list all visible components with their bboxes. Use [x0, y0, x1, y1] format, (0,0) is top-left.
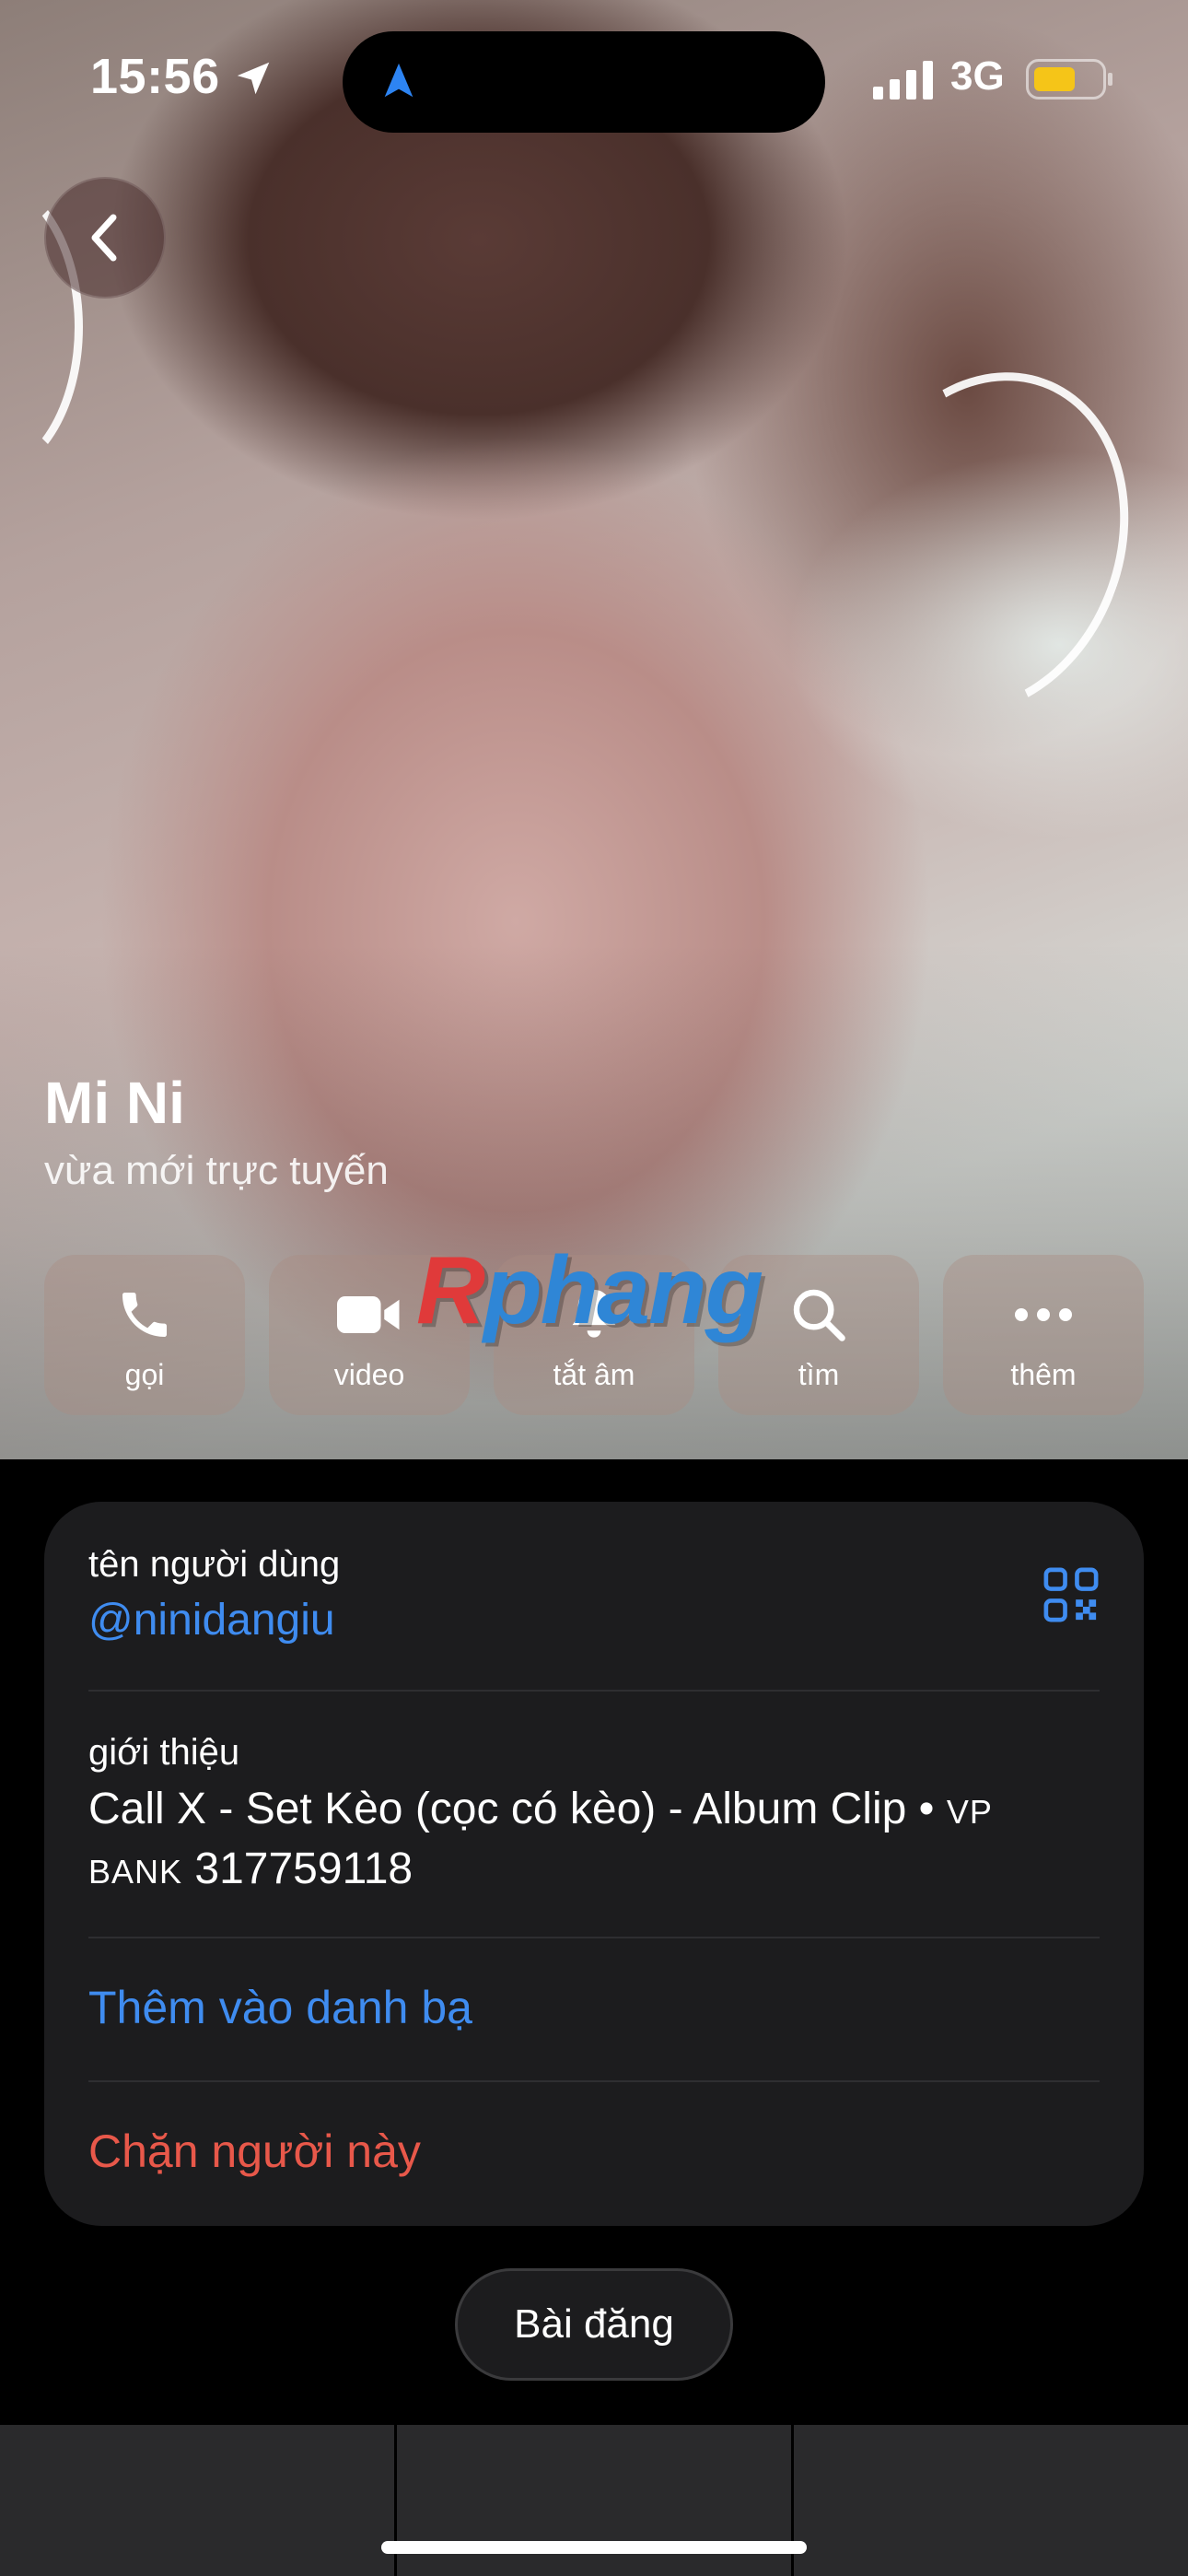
call-button[interactable]: gọi: [44, 1255, 245, 1415]
ear-filter-right: [796, 332, 1175, 755]
signal-icon: [873, 61, 933, 100]
last-seen-status: vừa mới trực tuyến: [44, 1148, 389, 1193]
chevron-left-icon: [91, 214, 117, 262]
home-indicator[interactable]: [381, 2541, 807, 2554]
divider: [88, 1937, 1100, 1938]
more-button[interactable]: thêm: [943, 1255, 1144, 1415]
call-label: gọi: [124, 1358, 165, 1391]
phone-icon: [122, 1293, 167, 1337]
bio-row: giới thiệu Call X - Set Kèo (cọc có kèo)…: [88, 1732, 1100, 1901]
battery-icon: [1026, 59, 1112, 100]
back-button[interactable]: [44, 177, 166, 299]
bio-text: Call X - Set Kèo (cọc có kèo) - Album Cl…: [88, 1785, 993, 1893]
add-contact-link[interactable]: Thêm vào danh bạ: [88, 1981, 1100, 2034]
username-label: tên người dùng: [88, 1544, 341, 1585]
search-icon: [793, 1289, 845, 1341]
divider: [88, 2080, 1100, 2082]
info-card: tên người dùng @ninidangiu giới thiệu Ca…: [44, 1502, 1144, 2226]
network-type: 3G: [950, 53, 1005, 99]
more-label: thêm: [1010, 1358, 1077, 1391]
video-camera-icon: [337, 1296, 400, 1333]
qr-code-icon[interactable]: [1042, 1566, 1100, 1623]
block-user-link[interactable]: Chặn người này: [88, 2125, 1100, 2178]
search-label: tìm: [798, 1358, 840, 1391]
divider: [88, 1690, 1100, 1692]
username-value[interactable]: @ninidangiu: [88, 1595, 1100, 1645]
video-label: video: [333, 1358, 405, 1391]
navigation-icon: [384, 63, 413, 98]
profile-name: Mi Ni: [44, 1070, 185, 1136]
location-arrow-icon: [237, 62, 270, 95]
bio-label: giới thiệu: [88, 1732, 240, 1773]
more-icon: [1015, 1308, 1072, 1321]
add-contact-row[interactable]: Thêm vào danh bạ: [88, 1981, 1100, 2034]
username-row[interactable]: tên người dùng @ninidangiu: [88, 1544, 1100, 1645]
watermark-logo: Rphang: [416, 1237, 763, 1344]
dynamic-island: [343, 31, 825, 133]
block-row[interactable]: Chặn người này: [88, 2125, 1100, 2178]
posts-tab-button[interactable]: Bài đăng: [455, 2268, 733, 2381]
status-time: 15:56: [90, 49, 220, 104]
mute-label: tắt âm: [553, 1358, 635, 1391]
